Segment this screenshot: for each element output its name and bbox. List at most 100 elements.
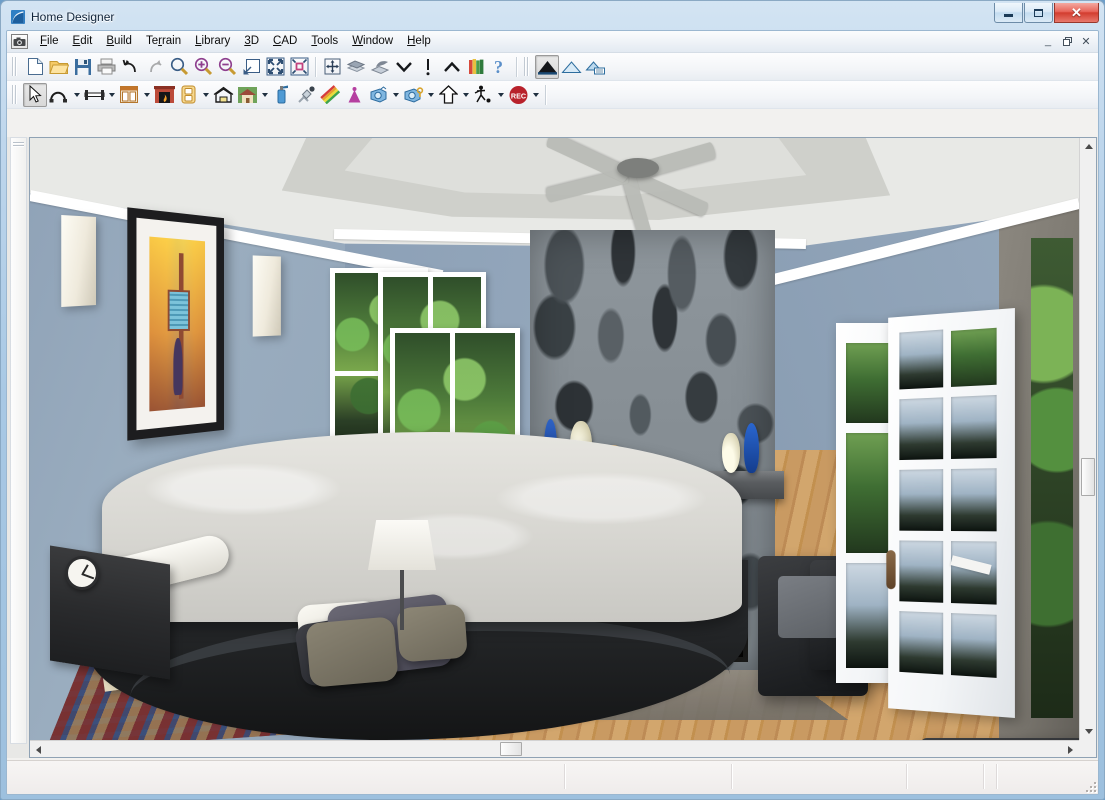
fill-window-button[interactable] bbox=[239, 55, 263, 79]
svg-text:?: ? bbox=[494, 57, 503, 76]
walkthrough-button[interactable] bbox=[471, 83, 495, 107]
menu-item-library[interactable]: Library bbox=[188, 33, 237, 50]
pillow-taupe-left bbox=[305, 616, 399, 688]
reference-display-button[interactable] bbox=[344, 55, 368, 79]
library-browser-button[interactable] bbox=[464, 55, 488, 79]
pillow-taupe-right bbox=[396, 603, 468, 663]
full-camera-view-button[interactable] bbox=[535, 54, 559, 79]
save-plan-button[interactable] bbox=[71, 55, 95, 79]
cabinets-dropdown-arrow[interactable] bbox=[141, 83, 152, 107]
build-roof-button[interactable] bbox=[235, 83, 259, 107]
vertical-scroll-thumb[interactable] bbox=[1081, 458, 1095, 496]
minimize-icon bbox=[1004, 13, 1013, 17]
full-camera-dropdown-arrow[interactable] bbox=[390, 83, 401, 107]
menu-item-window[interactable]: Window bbox=[345, 33, 400, 50]
blue-taper-vase-right bbox=[744, 423, 759, 473]
cabinets-button[interactable] bbox=[117, 83, 141, 107]
mdi-restore-button[interactable] bbox=[1058, 33, 1076, 49]
vertical-toolbar-strip[interactable] bbox=[10, 137, 27, 744]
scroll-right-button[interactable] bbox=[1062, 741, 1079, 757]
material-eyedropper-button[interactable] bbox=[294, 83, 318, 107]
undo-button[interactable] bbox=[119, 55, 143, 79]
resize-grip[interactable] bbox=[1083, 779, 1096, 792]
menu-item-tools[interactable]: Tools bbox=[304, 33, 345, 50]
zoom-in-button[interactable] bbox=[191, 55, 215, 79]
horizontal-scrollbar[interactable] bbox=[30, 740, 1079, 757]
record-walkthrough-button[interactable]: REC bbox=[506, 83, 530, 107]
artwork-image bbox=[149, 236, 206, 412]
zoom-out-button[interactable] bbox=[215, 55, 239, 79]
railing-dropdown-arrow[interactable] bbox=[106, 83, 117, 107]
select-objects-button[interactable] bbox=[23, 82, 47, 107]
mdi-close-button[interactable]: ✕ bbox=[1077, 33, 1095, 49]
status-cell-mode bbox=[984, 764, 997, 789]
down-one-floor-button[interactable] bbox=[392, 55, 416, 79]
camera-3d-view[interactable] bbox=[30, 138, 1079, 740]
new-plan-button[interactable] bbox=[23, 55, 47, 79]
fill-window-building-only-button[interactable] bbox=[263, 55, 287, 79]
up-one-floor-button[interactable] bbox=[440, 55, 464, 79]
scroll-left-button[interactable] bbox=[30, 741, 47, 757]
doll-house-view-button[interactable] bbox=[401, 83, 425, 107]
toolbar-grip[interactable] bbox=[11, 56, 19, 77]
build-roof-dropdown-arrow[interactable] bbox=[259, 83, 270, 107]
menu-item-build[interactable]: Build bbox=[99, 33, 139, 50]
door-pane bbox=[899, 397, 944, 461]
mdi-minimize-button[interactable]: _ bbox=[1039, 33, 1057, 49]
current-floor-button[interactable] bbox=[416, 55, 440, 79]
scroll-down-button[interactable] bbox=[1080, 723, 1096, 740]
electrical-button[interactable] bbox=[176, 83, 200, 107]
primary-toolbar: ? bbox=[7, 53, 1098, 81]
redo-button[interactable] bbox=[143, 55, 167, 79]
menu-item-file[interactable]: File bbox=[33, 33, 66, 50]
reference-floor-button[interactable] bbox=[368, 55, 392, 79]
fireplace-button[interactable] bbox=[152, 83, 176, 107]
draw-wall-dropdown-arrow[interactable] bbox=[71, 83, 82, 107]
scroll-up-button[interactable] bbox=[1080, 138, 1096, 155]
record-dropdown-arrow[interactable] bbox=[530, 83, 541, 107]
move-camera-up-button[interactable] bbox=[436, 83, 460, 107]
framing-button[interactable] bbox=[211, 83, 235, 107]
pan-window-button[interactable] bbox=[320, 55, 344, 79]
open-plan-button[interactable] bbox=[47, 55, 71, 79]
zoom-button[interactable] bbox=[167, 55, 191, 79]
maximize-button[interactable] bbox=[1024, 3, 1053, 23]
door-pane bbox=[950, 327, 997, 387]
menu-item-3d[interactable]: 3D bbox=[237, 33, 266, 50]
zoom-to-selection-button[interactable] bbox=[287, 55, 311, 79]
artwork-mat bbox=[136, 217, 217, 431]
elevation-view-button[interactable] bbox=[583, 55, 607, 79]
minimize-button[interactable] bbox=[994, 3, 1023, 23]
toolbar-grip[interactable] bbox=[11, 84, 19, 105]
document-area bbox=[7, 137, 1098, 758]
outdoor-foliage bbox=[1031, 238, 1073, 718]
vertical-scrollbar[interactable] bbox=[1079, 138, 1096, 740]
floor-lamp-pole bbox=[400, 570, 404, 630]
print-button[interactable] bbox=[95, 55, 119, 79]
door-pane bbox=[950, 468, 997, 532]
secondary-toolbar: REC bbox=[7, 81, 1098, 109]
camera-icon[interactable] bbox=[11, 34, 28, 49]
menu-item-help[interactable]: Help bbox=[400, 33, 438, 50]
railing-button[interactable] bbox=[82, 83, 106, 107]
toolbar-grip[interactable] bbox=[523, 56, 531, 77]
close-button[interactable]: ✕ bbox=[1054, 3, 1099, 23]
overview-button[interactable] bbox=[559, 55, 583, 79]
horizontal-scroll-thumb[interactable] bbox=[500, 742, 522, 756]
toolbar-grip[interactable] bbox=[13, 141, 24, 148]
move-camera-dropdown-arrow[interactable] bbox=[460, 83, 471, 107]
window-controls: ✕ bbox=[994, 3, 1099, 23]
electrical-dropdown-arrow[interactable] bbox=[200, 83, 211, 107]
menu-item-cad[interactable]: CAD bbox=[266, 33, 304, 50]
material-painter-button[interactable] bbox=[270, 83, 294, 107]
menu-item-terrain[interactable]: Terrain bbox=[139, 33, 188, 50]
walkthrough-dropdown-arrow[interactable] bbox=[495, 83, 506, 107]
draw-wall-button[interactable] bbox=[47, 83, 71, 107]
adjust-lights-button[interactable] bbox=[342, 83, 366, 107]
full-camera-button[interactable] bbox=[366, 83, 390, 107]
help-button[interactable]: ? bbox=[488, 55, 512, 79]
doll-house-dropdown-arrow[interactable] bbox=[425, 83, 436, 107]
framed-artwork bbox=[127, 207, 224, 441]
menu-item-edit[interactable]: Edit bbox=[66, 33, 100, 50]
color-chooser-button[interactable] bbox=[318, 83, 342, 107]
